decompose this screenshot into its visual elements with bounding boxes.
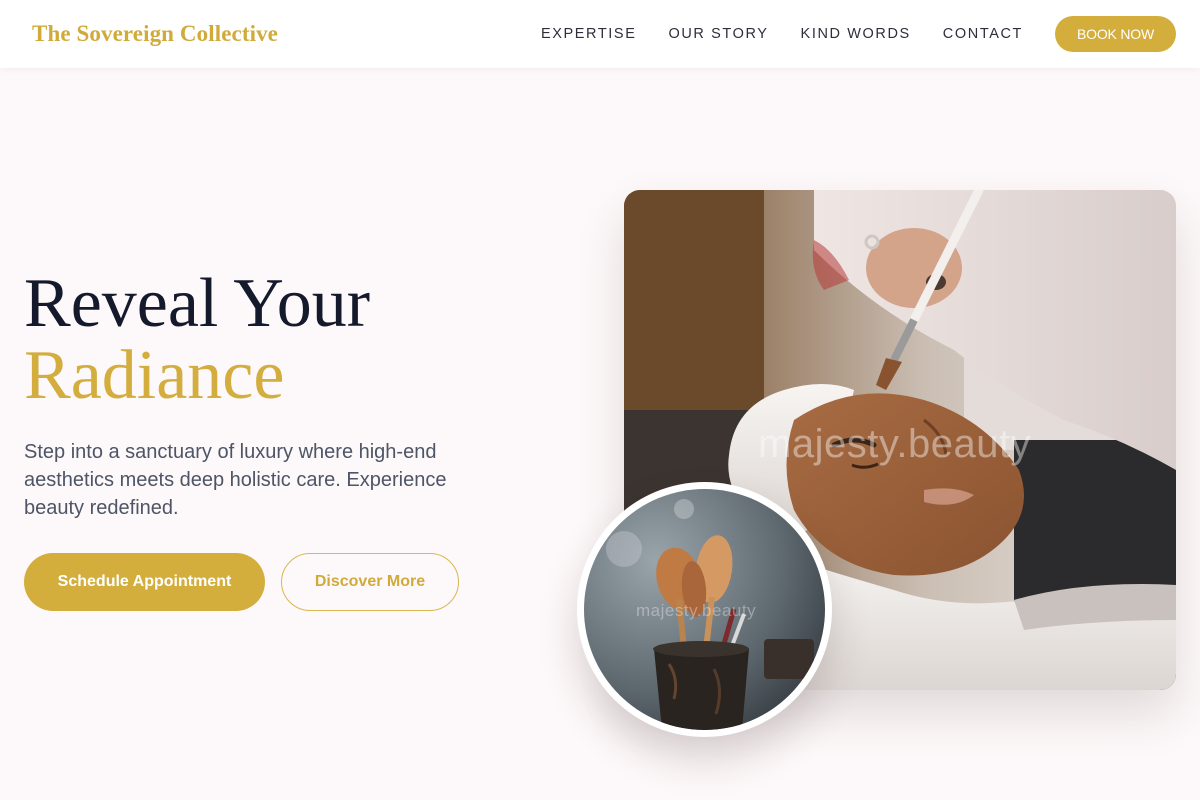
nav-link-expertise[interactable]: EXPERTISE <box>541 26 637 42</box>
hero-title-line-2: Radiance <box>24 337 285 414</box>
hero-title-line-1: Reveal Your <box>24 265 371 342</box>
makeup-brushes-photo: majesty.beauty <box>584 489 825 730</box>
hero-description: Step into a sanctuary of luxury where hi… <box>24 441 447 519</box>
book-now-button[interactable]: BOOK NOW <box>1055 16 1176 52</box>
nav-link-kind-words[interactable]: KIND WORDS <box>801 26 911 42</box>
brand-logo[interactable]: The Sovereign Collective <box>32 21 278 47</box>
site-header: The Sovereign Collective EXPERTISE OUR S… <box>0 0 1200 68</box>
main-nav: EXPERTISE OUR STORY KIND WORDS CONTACT B… <box>541 16 1176 52</box>
makeup-brushes-illustration <box>584 489 825 730</box>
nav-link-contact[interactable]: CONTACT <box>943 26 1023 42</box>
discover-more-button[interactable]: Discover More <box>281 553 459 611</box>
nav-link-our-story[interactable]: OUR STORY <box>668 26 768 42</box>
hero-title: Reveal Your Radiance <box>24 268 370 412</box>
makeup-brushes-photo-frame: majesty.beauty <box>577 482 832 737</box>
schedule-appointment-button[interactable]: Schedule Appointment <box>24 553 265 611</box>
